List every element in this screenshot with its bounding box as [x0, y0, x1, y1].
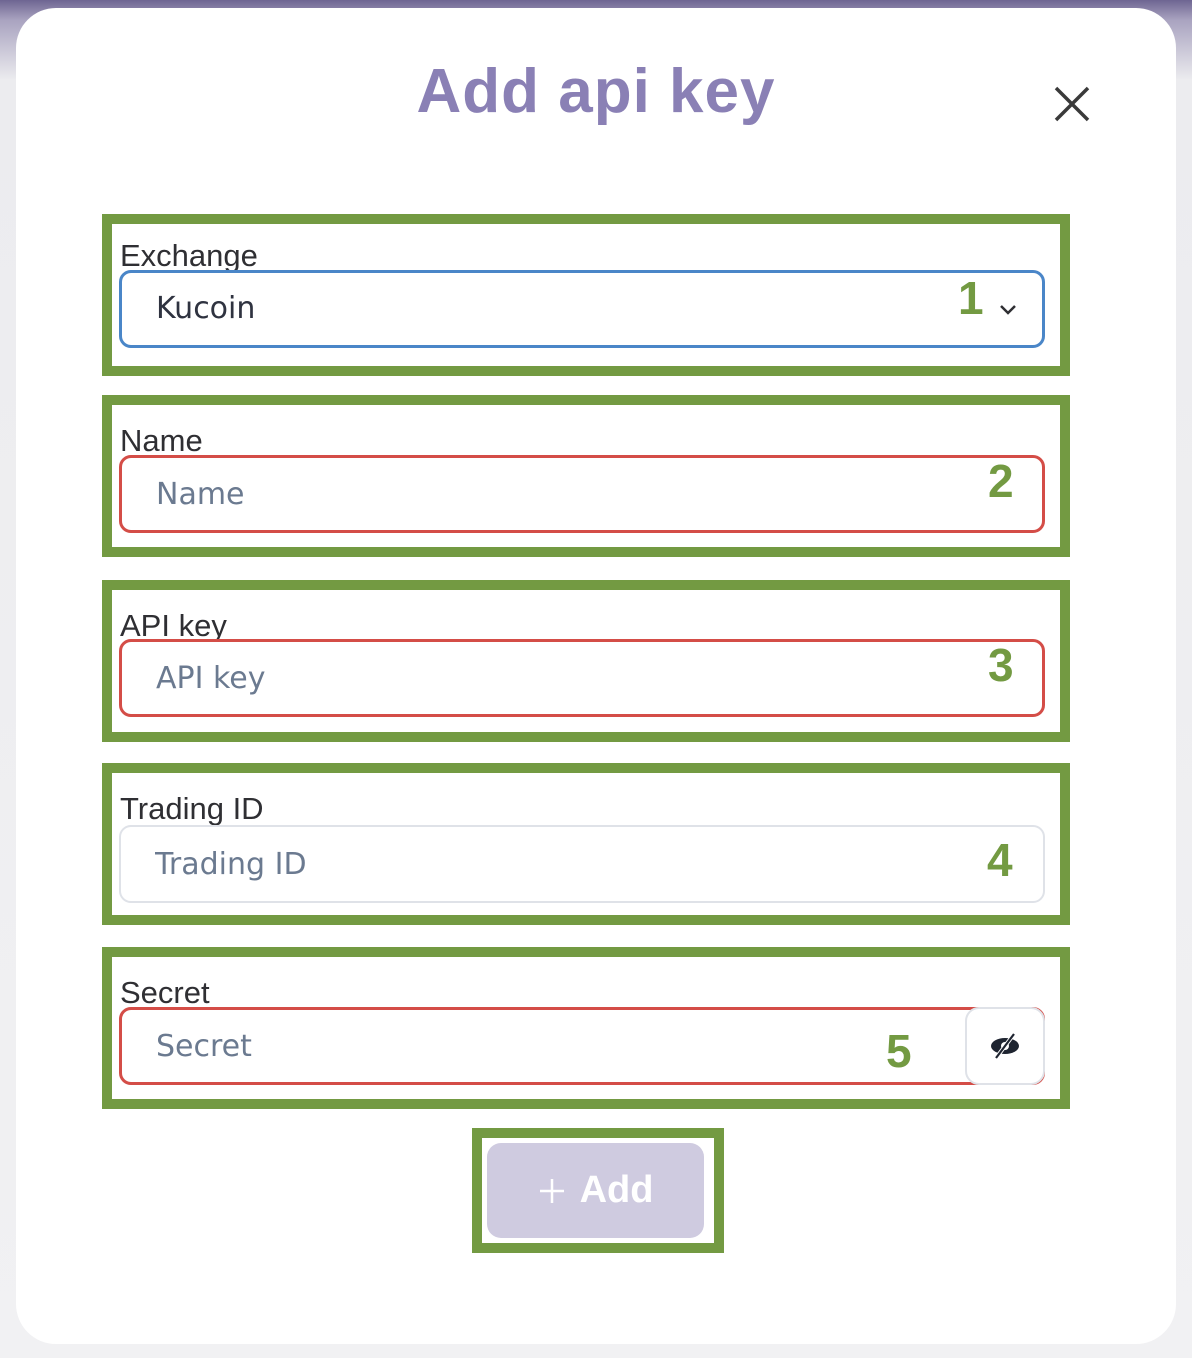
- name-input[interactable]: [156, 458, 936, 530]
- add-button-label: Add: [579, 1169, 654, 1211]
- chevron-down-icon: [1000, 305, 1016, 315]
- eye-slash-icon: [991, 1032, 1019, 1060]
- annotation-3: 3: [988, 639, 1014, 691]
- annotation-4: 4: [987, 834, 1013, 886]
- exchange-select[interactable]: Kucoin 1: [119, 270, 1045, 348]
- exchange-label: Exchange: [120, 238, 258, 273]
- close-icon: [1054, 86, 1090, 122]
- api-key-input[interactable]: [156, 642, 936, 714]
- add-button[interactable]: Add: [487, 1143, 704, 1238]
- exchange-group: Exchange Kucoin 1: [102, 214, 1070, 376]
- exchange-value: Kucoin: [156, 291, 256, 326]
- close-button[interactable]: [1052, 84, 1092, 124]
- secret-input[interactable]: [156, 1010, 936, 1082]
- toggle-visibility-button[interactable]: [965, 1007, 1045, 1085]
- name-label: Name: [120, 423, 203, 458]
- trading-id-label: Trading ID: [120, 791, 264, 826]
- trading-id-input-wrap: 4: [119, 825, 1045, 903]
- trading-id-group: Trading ID 4: [102, 763, 1070, 925]
- api-key-group: API key 3: [102, 580, 1070, 742]
- annotation-2: 2: [988, 455, 1014, 507]
- secret-label: Secret: [120, 975, 210, 1010]
- secret-group: Secret 5: [102, 947, 1070, 1109]
- name-input-wrap: 2: [119, 455, 1045, 533]
- add-button-annotation: Add: [472, 1128, 724, 1253]
- plus-icon: [539, 1178, 564, 1203]
- secret-input-wrap: 5: [119, 1007, 1045, 1085]
- name-group: Name 2: [102, 395, 1070, 557]
- dialog-title: Add api key: [416, 57, 776, 126]
- api-key-input-wrap: 3: [119, 639, 1045, 717]
- trading-id-input[interactable]: [155, 827, 935, 901]
- annotation-1: 1: [958, 272, 984, 324]
- annotation-5: 5: [886, 1025, 912, 1077]
